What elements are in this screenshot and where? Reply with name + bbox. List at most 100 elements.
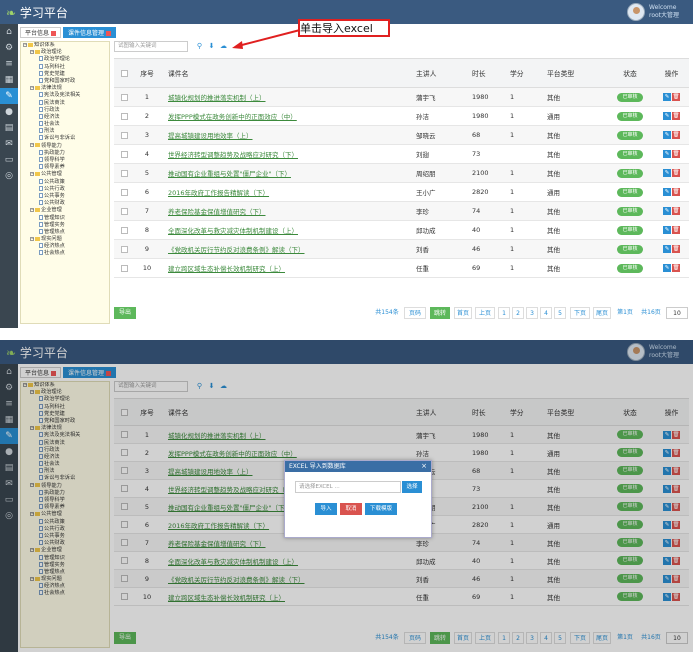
tree-node[interactable]: 诉讼与非诉讼 — [21, 135, 109, 142]
checkbox[interactable] — [120, 131, 128, 139]
row-checkbox[interactable] — [114, 183, 134, 201]
tree-node[interactable]: 社会法 — [21, 121, 109, 128]
checkbox[interactable] — [120, 93, 128, 101]
cancel-button[interactable]: 取消 — [340, 503, 362, 515]
courseware-name-link[interactable]: 世界经济转型调整趋势及战略应对研究（下） — [168, 145, 418, 163]
tree-node[interactable]: 行政法 — [21, 106, 109, 114]
next-page-button[interactable]: 下页 — [570, 307, 590, 319]
collapse-toggle-icon[interactable]: − — [30, 85, 34, 90]
pen-icon[interactable]: ✎ — [0, 88, 18, 104]
tree-node[interactable]: 公共财政 — [21, 200, 109, 207]
prev-page-button[interactable]: 上页 — [475, 307, 495, 319]
edit-icon[interactable]: ✎ — [663, 245, 671, 253]
courseware-name-link[interactable]: 2016年政府工作报告精解读（下） — [168, 183, 418, 201]
tab-courseware-management[interactable]: 课件信息管理 — [63, 27, 117, 38]
grid-icon[interactable]: ▦ — [0, 72, 18, 88]
avatar[interactable] — [627, 3, 645, 21]
edit-icon[interactable]: ✎ — [663, 264, 671, 272]
row-checkbox[interactable] — [114, 88, 134, 106]
row-checkbox[interactable] — [114, 145, 134, 163]
import-button[interactable]: 导入 — [315, 503, 337, 515]
table-row[interactable]: 6 2016年政府工作报告精解读（下）王小广 2820 1 通用 已审核 ✎🗑 — [114, 183, 689, 202]
download-button[interactable]: ⬇ — [206, 41, 217, 52]
courseware-name-link[interactable]: 全面深化改革与救灾减灾体制机制建设（上） — [168, 221, 418, 239]
checkbox[interactable] — [120, 112, 128, 120]
page-size-select[interactable]: 10 — [666, 307, 688, 319]
edit-icon[interactable]: ✎ — [663, 93, 671, 101]
table-row[interactable]: 1 城镇化规划的推进落实机制（上） 蒲宇飞 1980 1 其他 已审核 ✎ 🗑 — [114, 88, 689, 107]
checkbox[interactable] — [120, 207, 128, 215]
checkbox[interactable] — [120, 245, 128, 253]
monitor-icon[interactable]: ▭ — [0, 152, 18, 168]
collapse-toggle-icon[interactable]: − — [30, 207, 34, 212]
user-welcome[interactable]: Welcome root大管理 — [627, 3, 689, 21]
edit-icon[interactable]: ✎ — [663, 112, 671, 120]
tab-platform-info[interactable]: 平台信息 — [20, 27, 62, 38]
tree-node[interactable]: 公共事务 — [21, 192, 109, 200]
edit-icon[interactable]: ✎ — [663, 226, 671, 234]
tree-node[interactable]: 管理实务 — [21, 221, 109, 229]
tree-node[interactable]: 公共政策 — [21, 178, 109, 186]
table-row[interactable]: 7 养老保险基金保值增值研究（下） 李珍 74 1 其他 已审核 ✎ 🗑 — [114, 202, 689, 221]
table-row[interactable]: 10 建立跨区域生态补偿长效机制研究（上） 任重 69 1 其他 已审核 ✎ 🗑 — [114, 259, 689, 278]
courseware-name-link[interactable]: 发挥PPP模式在政务创新中的正面效应（中） — [168, 107, 418, 125]
table-row[interactable]: 5 推动国有企业重组与处置"僵尸企业"（下）周绍朋 2100 1 其他 已审核 ✎🗑 — [114, 164, 689, 183]
table-row[interactable]: 4 世界经济转型调整趋势及战略应对研究（下）刘翅 73 其他 已审核 ✎🗑 — [114, 145, 689, 164]
choose-file-button[interactable]: 选择 — [402, 481, 422, 493]
table-row[interactable]: 3 提高城镇建设用地效率（上）邹晓云 68 1 其他 已审核 ✎🗑 — [114, 126, 689, 145]
tree-node[interactable]: 社会热点 — [21, 250, 109, 257]
delete-icon[interactable]: 🗑 — [672, 264, 680, 272]
circle-icon[interactable]: ◎ — [0, 168, 18, 184]
checkbox[interactable] — [120, 226, 128, 234]
row-checkbox[interactable] — [114, 259, 134, 277]
delete-icon[interactable]: 🗑 — [672, 245, 680, 253]
tree-node[interactable]: 经济热点 — [21, 243, 109, 250]
tree-node[interactable]: 管理知识 — [21, 214, 109, 222]
mail-icon[interactable]: ✉ — [0, 136, 18, 152]
search-button[interactable]: ⚲ — [194, 41, 205, 52]
tree-node[interactable]: 政治学理论 — [21, 56, 109, 63]
tree-node[interactable]: − 领导能力 — [21, 143, 109, 150]
tree-node[interactable]: − 现实问题 — [21, 236, 109, 243]
courseware-name-link[interactable]: 城镇化规划的推进落实机制（上） — [168, 88, 418, 106]
edit-icon[interactable]: ✎ — [663, 207, 671, 215]
courseware-name-link[interactable]: 《党政机关厉行节约反对浪费条例》解读（下） — [168, 240, 418, 258]
tab-close-icon[interactable] — [51, 31, 57, 36]
collapse-toggle-icon[interactable]: − — [30, 143, 34, 148]
tree-node[interactable]: 马列科社 — [21, 63, 109, 71]
courseware-name-link[interactable]: 建立跨区域生态补偿长效机制研究（上） — [168, 259, 418, 277]
close-icon[interactable]: × — [421, 461, 427, 472]
row-checkbox[interactable] — [114, 240, 134, 258]
row-checkbox[interactable] — [114, 126, 134, 144]
page-number-button[interactable]: 2 — [512, 307, 524, 319]
edit-icon[interactable]: ✎ — [663, 188, 671, 196]
tree-node[interactable]: − 公共管理 — [21, 171, 109, 178]
last-page-button[interactable]: 尾页 — [593, 307, 611, 319]
delete-icon[interactable]: 🗑 — [672, 188, 680, 196]
edit-icon[interactable]: ✎ — [663, 131, 671, 139]
first-page-button[interactable]: 首页 — [454, 307, 472, 319]
edit-icon[interactable]: ✎ — [663, 169, 671, 177]
tree-node[interactable]: 领导科学 — [21, 157, 109, 164]
checkbox[interactable] — [120, 264, 128, 272]
page-number-button[interactable]: 5 — [554, 307, 566, 319]
checkbox[interactable] — [120, 69, 128, 77]
tree-node[interactable]: 公共行政 — [21, 185, 109, 193]
chat-icon[interactable]: ● — [0, 104, 18, 120]
row-checkbox[interactable] — [114, 164, 134, 182]
delete-icon[interactable]: 🗑 — [672, 169, 680, 177]
delete-icon[interactable]: 🗑 — [672, 207, 680, 215]
tree-node[interactable]: 领导素养 — [21, 164, 109, 171]
home-icon[interactable]: ⌂ — [0, 24, 18, 40]
search-input[interactable]: 试图输入关键词 — [114, 41, 188, 52]
page-input[interactable]: 页码 — [404, 307, 426, 319]
collapse-toggle-icon[interactable]: − — [23, 42, 27, 47]
row-checkbox[interactable] — [114, 107, 134, 125]
excel-file-input[interactable]: 请选择EXCEL ... — [295, 481, 401, 493]
delete-icon[interactable]: 🗑 — [672, 226, 680, 234]
collapse-toggle-icon[interactable]: − — [30, 236, 34, 241]
upload-button[interactable]: ☁ — [218, 41, 229, 52]
table-row[interactable]: 2 发挥PPP模式在政务创新中的正面效应（中） 孙洁 1980 1 通用 已审核 ✎ 🗑 — [114, 107, 689, 126]
select-all-checkbox[interactable] — [114, 59, 134, 87]
settings-icon[interactable]: ⚙ — [0, 40, 18, 56]
